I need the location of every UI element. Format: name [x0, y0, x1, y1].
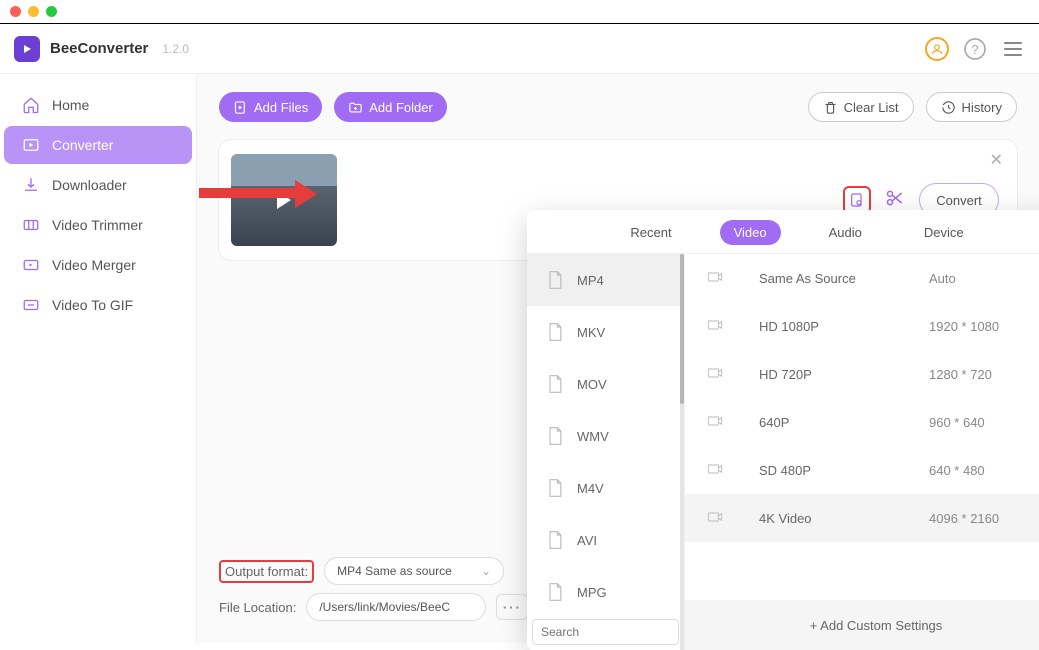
resolution-name: Same As Source [759, 271, 899, 286]
resolution-size: 4096 * 2160 [929, 511, 999, 526]
tab-device[interactable]: Device [910, 220, 978, 245]
resolution-item[interactable]: Same As Source Auto [685, 254, 1039, 302]
sidebar-item-label: Video To GIF [52, 297, 133, 313]
resolution-name: HD 720P [759, 367, 899, 382]
chevron-down-icon: ⌄ [481, 564, 491, 578]
file-location-value: /Users/link/Movies/BeeC [319, 600, 450, 614]
resolution-item[interactable]: 640P 960 * 640 [685, 398, 1039, 446]
resolution-size: 1280 * 720 [929, 367, 992, 382]
resolution-item[interactable]: SD 480P 640 * 480 [685, 446, 1039, 494]
app-version: 1.2.0 [162, 42, 189, 56]
format-item-mkv[interactable]: MKV [527, 306, 684, 358]
window-zoom-dot[interactable] [46, 6, 57, 17]
resolution-size: 1920 * 1080 [929, 319, 999, 334]
format-label: MP4 [577, 273, 604, 288]
format-label: MKV [577, 325, 605, 340]
app-header: BeeConverter 1.2.0 ? [0, 24, 1039, 74]
menu-icon[interactable] [1001, 37, 1025, 61]
window-minimize-dot[interactable] [28, 6, 39, 17]
history-button[interactable]: History [926, 92, 1017, 122]
resolution-list: Same As Source Auto HD 1080P 1920 * 1080 H… [685, 254, 1039, 650]
output-format-label: Output format: [219, 560, 314, 583]
sidebar-item-label: Downloader [52, 177, 127, 193]
account-icon[interactable] [925, 37, 949, 61]
sidebar-item-merger[interactable]: Video Merger [4, 246, 192, 284]
output-format-select[interactable]: MP4 Same as source ⌄ [324, 557, 504, 585]
output-format-value: MP4 Same as source [337, 564, 452, 578]
sidebar-item-label: Home [52, 97, 89, 113]
resolution-size: 960 * 640 [929, 415, 985, 430]
format-item-wmv[interactable]: WMV [527, 410, 684, 462]
help-icon[interactable]: ? [963, 37, 987, 61]
format-popover: Recent Video Audio Device MP4 MKV MOV WM… [527, 210, 1039, 650]
format-item-mp4[interactable]: MP4 [527, 254, 684, 306]
browse-path-button[interactable]: ··· [496, 594, 528, 620]
sidebar-item-trimmer[interactable]: Video Trimmer [4, 206, 192, 244]
format-label: MPG [577, 585, 607, 600]
file-location-label: File Location: [219, 600, 296, 615]
format-label: MOV [577, 377, 607, 392]
format-label: M4V [577, 481, 604, 496]
add-folder-button[interactable]: Add Folder [334, 92, 447, 122]
format-label: WMV [577, 429, 609, 444]
svg-text:?: ? [971, 42, 978, 57]
format-search-input[interactable] [532, 619, 679, 645]
tab-audio[interactable]: Audio [815, 220, 876, 245]
sidebar: Home Converter Downloader Video Trimmer … [0, 74, 197, 643]
video-thumbnail[interactable] [231, 154, 337, 246]
sidebar-item-downloader[interactable]: Downloader [4, 166, 192, 204]
resolution-item[interactable]: HD 720P 1280 * 720 [685, 350, 1039, 398]
sidebar-item-label: Video Trimmer [52, 217, 143, 233]
window-close-dot[interactable] [10, 6, 21, 17]
resolution-item[interactable]: HD 1080P 1920 * 1080 [685, 302, 1039, 350]
clear-list-button[interactable]: Clear List [808, 92, 914, 122]
history-label: History [962, 100, 1002, 115]
tab-recent[interactable]: Recent [616, 220, 685, 245]
resolution-size: 640 * 480 [929, 463, 985, 478]
add-files-button[interactable]: Add Files [219, 92, 322, 122]
resolution-name: 4K Video [759, 511, 899, 526]
sidebar-item-home[interactable]: Home [4, 86, 192, 124]
format-item-mov[interactable]: MOV [527, 358, 684, 410]
file-location-field[interactable]: /Users/link/Movies/BeeC [306, 593, 486, 621]
trim-icon[interactable] [885, 188, 905, 213]
add-folder-label: Add Folder [369, 100, 433, 115]
tab-video[interactable]: Video [720, 220, 781, 245]
format-item-mpg[interactable]: MPG [527, 566, 684, 614]
add-files-label: Add Files [254, 100, 308, 115]
app-logo-icon [14, 36, 40, 62]
format-item-m4v[interactable]: M4V [527, 462, 684, 514]
window-titlebar [0, 0, 1039, 24]
remove-item-icon[interactable]: ✕ [990, 150, 1003, 170]
resolution-item[interactable]: 4K Video 4096 * 2160 [685, 494, 1039, 542]
format-label: AVI [577, 533, 597, 548]
sidebar-item-gif[interactable]: Video To GIF [4, 286, 192, 324]
clear-list-label: Clear List [844, 100, 899, 115]
resolution-size: Auto [929, 271, 956, 286]
sidebar-item-converter[interactable]: Converter [4, 126, 192, 164]
resolution-name: SD 480P [759, 463, 899, 478]
format-scrollbar[interactable] [680, 254, 684, 650]
sidebar-item-label: Video Merger [52, 257, 136, 273]
sidebar-item-label: Converter [52, 137, 113, 153]
resolution-name: 640P [759, 415, 899, 430]
app-name: BeeConverter [50, 40, 148, 57]
resolution-name: HD 1080P [759, 319, 899, 334]
format-item-avi[interactable]: AVI [527, 514, 684, 566]
format-list: MP4 MKV MOV WMV M4V AVI MPG [527, 254, 685, 650]
main-content: Add Files Add Folder Clear List History … [197, 74, 1039, 643]
